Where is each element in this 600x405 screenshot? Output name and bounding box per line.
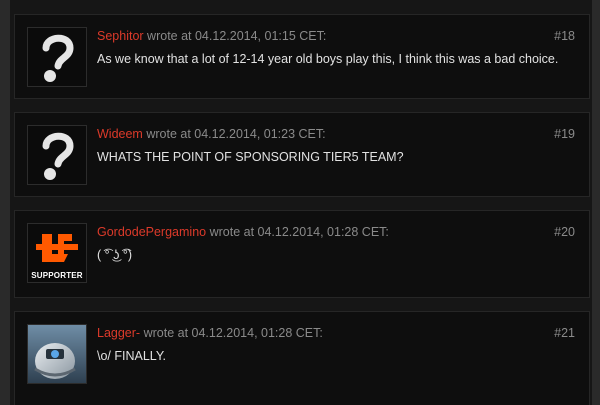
post-meta: GordodePergamino wrote at 04.12.2014, 01… [97,225,389,239]
post-timestamp: wrote at 04.12.2014, 01:23 CET: [146,127,326,141]
avatar[interactable] [27,324,87,384]
author-link[interactable]: GordodePergamino [97,225,206,239]
post-number[interactable]: #19 [554,127,575,141]
comment-post: Lagger- wrote at 04.12.2014, 01:28 CET: … [14,311,590,405]
author-link[interactable]: Sephitor [97,29,144,43]
post-text: \o/ FINALLY. [97,349,167,363]
post-number[interactable]: #18 [554,29,575,43]
comment-post: Wideem wrote at 04.12.2014, 01:23 CET: #… [14,112,590,197]
post-meta: Sephitor wrote at 04.12.2014, 01:15 CET: [97,29,326,43]
post-timestamp: wrote at 04.12.2014, 01:15 CET: [147,29,327,43]
supporter-badge: SUPPORTER [31,271,83,280]
post-timestamp: wrote at 04.12.2014, 01:28 CET: [209,225,389,239]
post-number[interactable]: #20 [554,225,575,239]
question-mark-icon [28,126,86,184]
post-number[interactable]: #21 [554,326,575,340]
post-timestamp: wrote at 04.12.2014, 01:28 CET: [143,326,323,340]
author-link[interactable]: Lagger- [97,326,140,340]
post-text: WHATS THE POINT OF SPONSORING TIER5 TEAM… [97,150,404,164]
post-meta: Wideem wrote at 04.12.2014, 01:23 CET: [97,127,326,141]
robot-portrait-icon [28,325,86,383]
comment-post: Sephitor wrote at 04.12.2014, 01:15 CET:… [14,14,590,99]
post-text: As we know that a lot of 12-14 year old … [97,52,559,66]
question-mark-icon [28,28,86,86]
comment-post: GordodePergamino wrote at 04.12.2014, 01… [14,210,590,298]
post-meta: Lagger- wrote at 04.12.2014, 01:28 CET: [97,326,323,340]
author-link[interactable]: Wideem [97,127,143,141]
avatar[interactable] [27,27,87,87]
comment-thread: Sephitor wrote at 04.12.2014, 01:15 CET:… [10,0,592,405]
avatar[interactable] [27,125,87,185]
post-text: ( ͡° ͜ʖ ͡°) [97,248,132,262]
